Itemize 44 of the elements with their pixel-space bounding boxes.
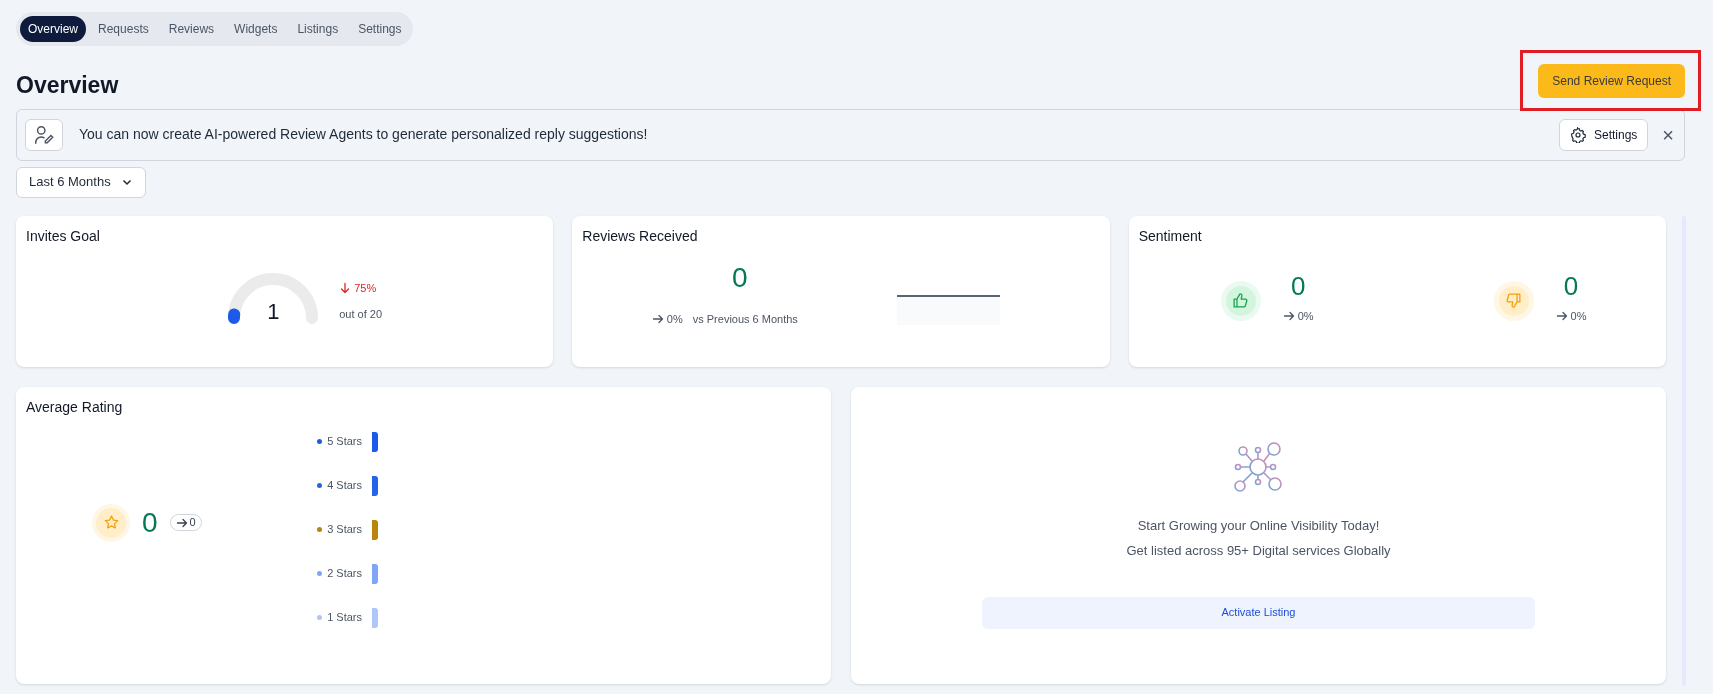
tab[interactable]: Overview bbox=[20, 16, 86, 42]
goal-label: out of 20 bbox=[339, 307, 383, 322]
sentiment-count: 0 bbox=[1290, 269, 1306, 303]
tab[interactable]: Reviews bbox=[160, 16, 223, 42]
page-title: Overview bbox=[16, 71, 119, 100]
sentiment-count: 0 bbox=[1563, 269, 1579, 303]
rating-bar bbox=[372, 519, 378, 540]
rating-label: 2 Stars bbox=[327, 566, 362, 582]
change-indicator: 75% bbox=[339, 279, 383, 296]
gauge-value: 1 bbox=[267, 298, 280, 325]
card-title: Invites Goal bbox=[26, 226, 101, 246]
promo-headline: Start Growing your Online Visibility Today! bbox=[1137, 516, 1380, 535]
rating-label: 4 Stars bbox=[327, 478, 362, 494]
card-title: Average Rating bbox=[26, 397, 124, 417]
settings-button[interactable]: Settings bbox=[1558, 118, 1649, 151]
rating-value: 0 bbox=[142, 505, 158, 540]
comparison-label: vs Previous 6 Months bbox=[692, 311, 798, 327]
close-button[interactable]: × bbox=[1660, 124, 1676, 145]
banner-message: You can now create AI-powered Review Agents to generate personalized reply suggestions! bbox=[79, 125, 648, 144]
tab[interactable]: Requests bbox=[90, 16, 157, 42]
rating-bar bbox=[372, 475, 378, 496]
rating-label: 5 Stars bbox=[327, 434, 362, 450]
tab[interactable]: Widgets bbox=[226, 16, 286, 42]
send-review-request-button[interactable]: Send Review Request bbox=[1538, 64, 1685, 99]
rating-bar bbox=[372, 607, 378, 628]
network-icon bbox=[1232, 441, 1285, 494]
period-dropdown[interactable]: Last 6 Months bbox=[16, 166, 146, 198]
rating-bar bbox=[372, 563, 378, 584]
gear-icon bbox=[1569, 126, 1586, 143]
rating-bar bbox=[372, 431, 378, 452]
activate-listing-button[interactable]: Activate Listing bbox=[982, 596, 1535, 629]
thumbs-down-icon bbox=[1493, 280, 1534, 321]
user-edit-icon bbox=[25, 118, 63, 151]
promo-subline: Get listed across 95+ Digital services Globally bbox=[1126, 542, 1391, 560]
reviews-count: 0 bbox=[732, 260, 748, 295]
tab[interactable]: Settings bbox=[350, 16, 410, 42]
tab[interactable]: Listings bbox=[289, 16, 347, 42]
rating-label: 3 Stars bbox=[327, 522, 362, 538]
card-title: Sentiment bbox=[1138, 226, 1203, 246]
change-indicator: 0% bbox=[1555, 307, 1587, 324]
change-indicator: 0% bbox=[651, 310, 683, 327]
change-indicator: 0% bbox=[1282, 307, 1314, 324]
rating-label: 1 Stars bbox=[327, 610, 362, 626]
card-title: Reviews Received bbox=[582, 226, 699, 246]
